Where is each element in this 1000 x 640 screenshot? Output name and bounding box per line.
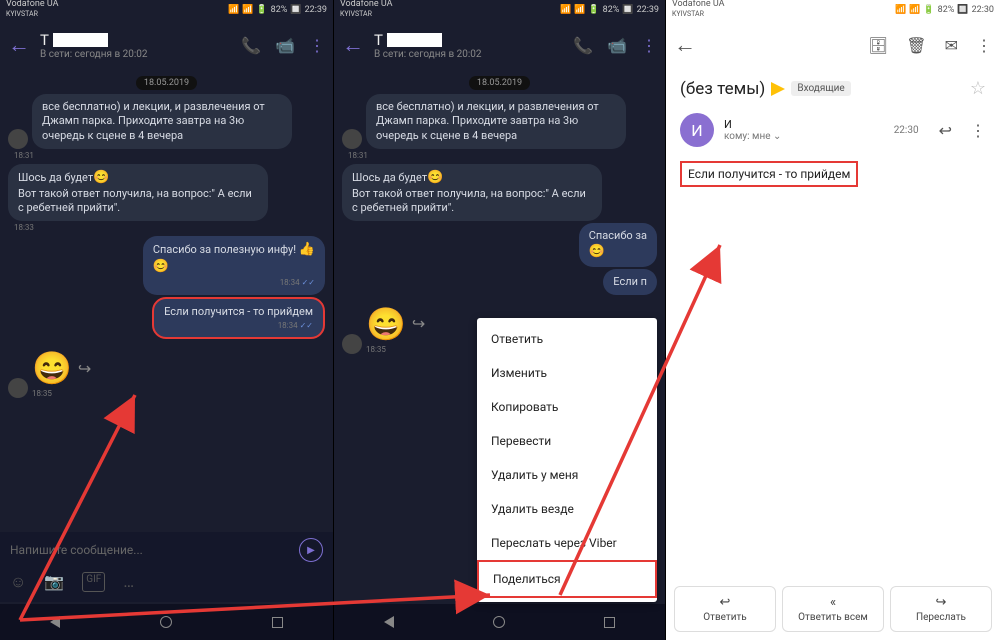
status-bar: Vodafone UAKYIVSTAR 📶📶🔋82%🔲22:39: [0, 0, 333, 20]
call-icon[interactable]: 📞: [573, 36, 593, 55]
android-navbar: [0, 604, 333, 640]
gif-icon[interactable]: GIF: [82, 572, 105, 592]
email-header: ← 🗄 🗑 ✉ ⋮: [666, 20, 1000, 70]
input-bar: Напишите сообщение... ▶ ☺ 📷 GIF …: [0, 532, 333, 602]
video-icon[interactable]: 📹: [275, 36, 295, 55]
message-input[interactable]: Напишите сообщение...: [10, 543, 143, 557]
emoji-icon[interactable]: ☺: [10, 572, 26, 592]
message-out[interactable]: Спасибо за😊: [579, 223, 657, 266]
folder-chip[interactable]: Входящие: [791, 81, 850, 96]
message-in[interactable]: все бесплатно) и лекции, и развлечения о…: [366, 94, 626, 149]
back-icon[interactable]: ←: [674, 32, 696, 58]
reply-all-button[interactable]: «Ответить всем: [782, 586, 884, 632]
reply-button[interactable]: ↩Ответить: [674, 586, 776, 632]
menu-translate[interactable]: Перевести: [477, 424, 657, 458]
message-in[interactable]: Шось да будет😊Вот такой ответ получила, …: [8, 164, 268, 221]
timestamp: 18:35: [366, 345, 425, 354]
subject: (без темы): [680, 79, 765, 99]
call-icon[interactable]: 📞: [241, 36, 261, 55]
mail-icon[interactable]: ✉: [945, 36, 958, 55]
message-out[interactable]: Спасибо за полезную инфу! 👍😊18:34 ✓✓: [143, 236, 325, 294]
forward-icon[interactable]: ↪: [78, 359, 91, 378]
location-icon[interactable]: …: [123, 572, 134, 592]
camera-icon[interactable]: 📷: [44, 572, 64, 592]
subject-row: (без темы) Входящие ☆: [666, 70, 1000, 107]
reply-icon[interactable]: ↩: [939, 121, 952, 140]
avatar[interactable]: [342, 129, 362, 149]
menu-forward-viber[interactable]: Переслать через Viber: [477, 526, 657, 560]
menu-copy[interactable]: Копировать: [477, 390, 657, 424]
sticker[interactable]: 😄: [366, 305, 406, 343]
nav-home[interactable]: [493, 616, 505, 628]
timestamp: 18:33: [14, 223, 319, 232]
back-icon[interactable]: ←: [342, 32, 364, 58]
chat-title[interactable]: Т В сети: сегодня в 20:02: [40, 31, 231, 60]
sender-row: И И кому: мне ⌄ 22:30 ↩ ⋮: [666, 107, 1000, 153]
menu-icon[interactable]: ⋮: [976, 36, 992, 55]
menu-reply[interactable]: Ответить: [477, 322, 657, 356]
menu-delete-all[interactable]: Удалить везде: [477, 492, 657, 526]
nav-back[interactable]: [384, 616, 394, 628]
chat-title[interactable]: Т В сети: сегодня в 20:02: [374, 31, 563, 60]
android-navbar: [334, 604, 665, 640]
expand-icon[interactable]: ⌄: [773, 131, 781, 142]
message-in[interactable]: все бесплатно) и лекции, и развлечения о…: [32, 94, 292, 149]
timestamp: 18:35: [32, 389, 91, 398]
email-time: 22:30: [894, 125, 919, 136]
video-icon[interactable]: 📹: [607, 36, 627, 55]
star-icon[interactable]: ☆: [970, 78, 986, 99]
sender-avatar[interactable]: И: [680, 113, 714, 147]
message-out-highlighted[interactable]: Если получится - то прийдем18:34 ✓✓: [152, 297, 325, 340]
viber-chat-panel-1: Vodafone UAKYIVSTAR 📶📶🔋82%🔲22:39 ← Т В с…: [0, 0, 333, 640]
archive-icon[interactable]: 🗄: [868, 36, 888, 55]
status-bar: Vodafone UAKYIVSTAR 📶📶🔋82%🔲22:30: [666, 0, 1000, 20]
menu-edit[interactable]: Изменить: [477, 356, 657, 390]
menu-delete-me[interactable]: Удалить у меня: [477, 458, 657, 492]
action-bar: ↩Ответить «Ответить всем ↪Переслать: [674, 586, 992, 632]
avatar[interactable]: [8, 129, 28, 149]
message-out[interactable]: Если п: [603, 269, 657, 295]
back-icon[interactable]: ←: [8, 32, 30, 58]
date-chip: 18.05.2019: [136, 76, 197, 90]
email-body-highlighted: Если получится - то прийдем: [680, 161, 858, 187]
more-icon[interactable]: ⋮: [970, 121, 986, 140]
menu-icon[interactable]: ⋮: [641, 36, 657, 55]
sticker[interactable]: 😄: [32, 349, 72, 387]
email-panel: Vodafone UAKYIVSTAR 📶📶🔋82%🔲22:30 ← 🗄 🗑 ✉…: [666, 0, 1000, 640]
menu-icon[interactable]: ⋮: [309, 36, 325, 55]
viber-chat-panel-2: Vodafone UAKYIVSTAR 📶📶🔋82%🔲22:39 ← Т В с…: [333, 0, 666, 640]
menu-share[interactable]: Поделиться: [477, 560, 657, 598]
forward-icon[interactable]: ↪: [412, 314, 425, 333]
date-chip: 18.05.2019: [469, 76, 530, 90]
send-button[interactable]: ▶: [299, 538, 323, 562]
nav-recent[interactable]: [604, 617, 615, 628]
forward-button[interactable]: ↪Переслать: [890, 586, 992, 632]
avatar[interactable]: [8, 378, 28, 398]
nav-back[interactable]: [50, 616, 60, 628]
message-in[interactable]: Шось да будет😊Вот такой ответ получила, …: [342, 164, 602, 221]
timestamp: 18:31: [348, 151, 651, 160]
chat-header: ← Т В сети: сегодня в 20:02 📞 📹 ⋮: [334, 20, 665, 70]
avatar[interactable]: [342, 334, 362, 354]
importance-marker[interactable]: [771, 82, 785, 96]
timestamp: 18:31: [14, 151, 319, 160]
context-menu: Ответить Изменить Копировать Перевести У…: [477, 318, 657, 602]
status-bar: Vodafone UAKYIVSTAR 📶📶🔋82%🔲22:39: [334, 0, 665, 20]
chat-header: ← Т В сети: сегодня в 20:02 📞 📹 ⋮: [0, 20, 333, 70]
nav-recent[interactable]: [272, 617, 283, 628]
delete-icon[interactable]: 🗑: [906, 36, 926, 55]
nav-home[interactable]: [160, 616, 172, 628]
